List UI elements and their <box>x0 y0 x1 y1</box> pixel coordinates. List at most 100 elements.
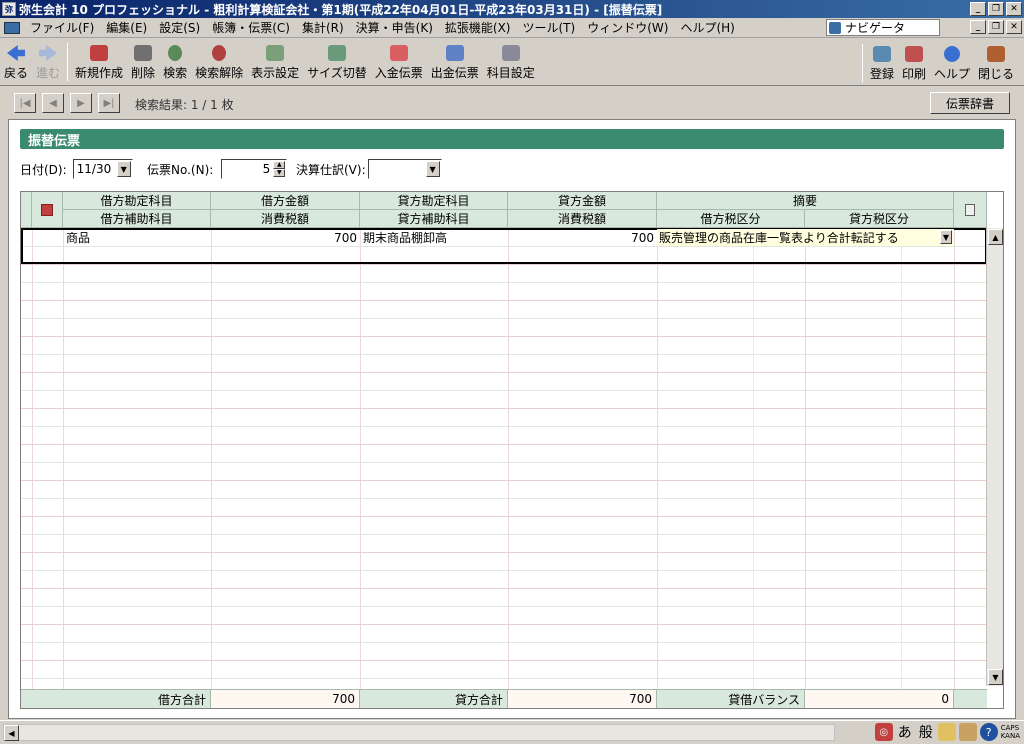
first-record-button[interactable]: |◀ <box>14 93 36 113</box>
close-button[interactable]: 閉じる <box>974 39 1018 86</box>
memo-list-icon-cell[interactable] <box>954 192 987 228</box>
grid-row-divider <box>21 354 987 355</box>
credit-account-cell[interactable]: 期末商品棚卸高 <box>360 229 508 246</box>
menu-tools[interactable]: ツール(T) <box>517 19 582 36</box>
header-debit-account: 借方勘定科目 <box>63 192 211 210</box>
search-clear-button[interactable]: 検索解除 <box>191 38 247 85</box>
grid-row-divider <box>21 408 987 409</box>
scroll-left-icon[interactable]: ◀ <box>4 725 19 741</box>
date-value: 11/30 <box>76 162 112 176</box>
memo-input[interactable]: 販売管理の商品在庫一覧表より合計転記する ▼ <box>657 229 954 246</box>
menu-books[interactable]: 帳簿・伝票(C) <box>206 19 296 36</box>
status-bar: ◀ ◎ あ 般 ? CAPS KANA <box>0 720 1024 744</box>
search-result-text: 検索結果: 1 / 1 枚 <box>135 98 234 112</box>
delete-button[interactable]: 削除 <box>127 38 159 85</box>
grid-col-divider <box>508 228 509 690</box>
forward-button[interactable]: 進む <box>32 38 64 85</box>
credit-total-label: 貸方合計 <box>360 690 508 708</box>
slip-no-input[interactable]: 5 ▲ ▼ <box>221 159 288 179</box>
toolbar: 戻る 進む 新規作成 削除 検索 検索解除 表示設定 サイズ切替 入金伝票 出金… <box>0 39 1024 86</box>
next-record-button[interactable]: ▶ <box>70 93 92 113</box>
account-settings-button[interactable]: 科目設定 <box>483 38 539 85</box>
spin-up-icon[interactable]: ▲ <box>273 161 286 169</box>
print-button[interactable]: 印刷 <box>898 39 930 86</box>
header-credit-sub-account: 貸方補助科目 <box>360 210 508 228</box>
grid-row-divider <box>21 624 987 625</box>
closing-entry-label: 決算仕訳(V): <box>296 162 366 177</box>
menu-file[interactable]: ファイル(F) <box>24 19 100 36</box>
book-icon-cell[interactable] <box>32 192 63 228</box>
slip-dictionary-button[interactable]: 伝票辞書 <box>930 92 1010 114</box>
closing-entry-dropdown-icon[interactable]: ▼ <box>425 161 440 177</box>
debit-amount-cell[interactable]: 700 <box>211 229 360 246</box>
payment-slip-label: 出金伝票 <box>430 66 479 80</box>
ime-conversion-mode[interactable]: 般 <box>917 723 935 741</box>
size-toggle-button[interactable]: サイズ切替 <box>303 38 371 85</box>
payment-slip-button[interactable]: 出金伝票 <box>427 38 483 85</box>
mdi-minimize-button[interactable]: _ <box>970 20 986 34</box>
header-debit-amount: 借方金額 <box>211 192 360 210</box>
menu-edit[interactable]: 編集(E) <box>100 19 153 36</box>
closing-entry-select[interactable]: ▼ <box>367 159 442 179</box>
scroll-down-icon[interactable]: ▼ <box>988 669 1003 685</box>
grid-col-divider <box>32 228 33 690</box>
grid-row-divider <box>21 444 987 445</box>
menu-window[interactable]: ウィンドウ(W) <box>581 19 674 36</box>
previous-record-button[interactable]: ◀ <box>42 93 64 113</box>
credit-amount-cell[interactable]: 700 <box>508 229 657 246</box>
grid-row-divider <box>21 570 987 571</box>
vertical-scrollbar[interactable]: ▲ ▼ <box>986 228 1003 686</box>
display-settings-button[interactable]: 表示設定 <box>247 38 303 85</box>
debit-account-cell[interactable]: 商品 <box>63 229 211 246</box>
close-window-button[interactable]: ✕ <box>1006 2 1022 16</box>
horizontal-scrollbar[interactable]: ◀ <box>3 724 835 741</box>
help-circle-icon[interactable]: ? <box>979 723 998 741</box>
menu-settings[interactable]: 設定(S) <box>153 19 206 36</box>
record-navigation-bar: |◀ ◀ ▶ ▶| 検索結果: 1 / 1 枚 伝票辞書 <box>0 87 1024 119</box>
ime-dictionary-icon[interactable] <box>958 723 977 741</box>
date-label: 日付(D): <box>20 162 67 177</box>
header-spacer <box>21 192 32 228</box>
slip-no-spinner[interactable]: ▲ ▼ <box>273 161 286 177</box>
register-button[interactable]: 登録 <box>866 39 898 86</box>
credit-total-value: 700 <box>508 690 657 708</box>
spin-down-icon[interactable]: ▼ <box>273 169 286 177</box>
memo-text: 販売管理の商品在庫一覧表より合計転記する <box>659 231 899 245</box>
header-credit-tax-category: 貸方税区分 <box>805 210 954 228</box>
slip-no-value: 5 <box>262 162 271 176</box>
receipt-slip-button[interactable]: 入金伝票 <box>371 38 427 85</box>
ime-hiragana-mode[interactable]: あ <box>896 723 914 741</box>
help-icon <box>943 46 960 62</box>
grid-row-divider <box>21 480 987 481</box>
minimize-button[interactable]: _ <box>970 2 986 16</box>
grid-row-divider <box>21 264 987 265</box>
menu-extensions[interactable]: 拡張機能(X) <box>439 19 517 36</box>
navigator-button[interactable]: ナビゲータ <box>826 19 940 36</box>
caps-indicator: CAPS <box>1000 724 1020 732</box>
date-input[interactable]: 11/30 ▼ <box>72 159 133 179</box>
memo-dropdown-icon[interactable]: ▼ <box>940 230 952 244</box>
search-icon <box>168 45 183 61</box>
menu-help[interactable]: ヘルプ(H) <box>674 19 740 36</box>
menu-bar: ファイル(F) 編集(E) 設定(S) 帳簿・伝票(C) 集計(R) 決算・申告… <box>0 18 1024 38</box>
help-button[interactable]: ヘルプ <box>930 39 974 86</box>
search-button[interactable]: 検索 <box>159 38 191 85</box>
new-document-icon <box>90 45 109 61</box>
ime-pad-icon[interactable] <box>937 723 956 741</box>
account-settings-icon <box>501 45 520 61</box>
scroll-up-icon[interactable]: ▲ <box>988 229 1003 245</box>
ime-logo-icon[interactable]: ◎ <box>874 723 893 741</box>
mdi-restore-button[interactable]: ❐ <box>988 20 1004 34</box>
grid-row-divider <box>21 588 987 589</box>
menu-closing[interactable]: 決算・申告(K) <box>350 19 439 36</box>
restore-button[interactable]: ❐ <box>988 2 1004 16</box>
new-button[interactable]: 新規作成 <box>71 38 127 85</box>
receipt-slip-icon <box>389 45 408 61</box>
last-record-button[interactable]: ▶| <box>98 93 120 113</box>
date-dropdown-icon[interactable]: ▼ <box>116 161 131 177</box>
mdi-close-button[interactable]: ✕ <box>1006 20 1022 34</box>
grid-row-divider <box>21 282 987 283</box>
back-button[interactable]: 戻る <box>0 38 32 85</box>
document-icon[interactable] <box>4 21 20 34</box>
menu-summary[interactable]: 集計(R) <box>296 19 350 36</box>
